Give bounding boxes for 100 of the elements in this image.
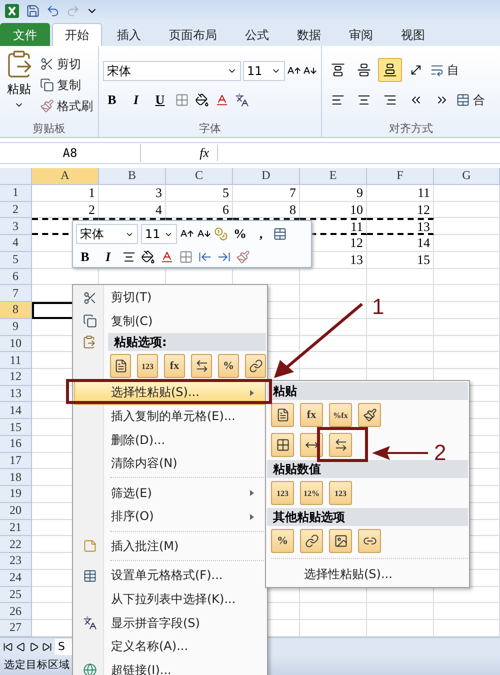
column-header[interactable]: B [99, 168, 166, 185]
menu-item[interactable]: 插入批注(M) [74, 534, 266, 558]
row-header[interactable]: 14 [0, 402, 32, 420]
borders-icon[interactable] [175, 93, 189, 108]
row-header[interactable]: 27 [0, 620, 32, 637]
style-button[interactable]: B [103, 91, 121, 110]
ribbon-tab[interactable]: 页面布局 [156, 23, 230, 46]
bottom-align-button[interactable] [378, 58, 402, 82]
menu-item[interactable]: 清除内容(N) [74, 452, 266, 476]
increase-decimal-icon[interactable] [198, 250, 212, 264]
merge-icon[interactable] [273, 227, 287, 241]
row-header[interactable]: 15 [0, 419, 32, 436]
menu-item[interactable]: 剪切(T) [74, 286, 266, 310]
row-header[interactable]: 26 [0, 603, 32, 620]
paste-option-button[interactable]: 123 [329, 481, 352, 505]
font-size-field[interactable]: 11 [243, 61, 285, 82]
row-header[interactable]: 3 [0, 218, 32, 236]
copy-button[interactable]: 复制 [40, 76, 93, 94]
style-button[interactable]: I [127, 91, 145, 110]
row-header[interactable]: 23 [0, 553, 32, 570]
row-header[interactable]: 9 [0, 318, 32, 336]
font-color-icon[interactable] [160, 250, 174, 264]
column-header[interactable]: G [434, 168, 500, 185]
font-color-icon[interactable] [215, 93, 229, 108]
paste-option-button[interactable]: fx [164, 354, 185, 378]
borders-icon[interactable] [179, 250, 193, 264]
save-icon[interactable] [26, 4, 40, 18]
paste-option-button[interactable] [329, 433, 352, 457]
row-header[interactable]: 8 [0, 302, 32, 319]
font-field[interactable]: 宋体 [76, 224, 138, 244]
ribbon-tab[interactable]: 文件 [0, 23, 50, 46]
format-painter-icon[interactable] [236, 250, 250, 264]
paste-option-button[interactable] [329, 529, 352, 553]
decrease-decimal-icon[interactable] [217, 250, 231, 264]
undo-icon[interactable] [46, 4, 60, 18]
row-header[interactable]: 12 [0, 368, 32, 386]
fill-color-icon[interactable] [195, 93, 209, 108]
paste-option-button[interactable]: 123 [137, 354, 158, 378]
column-header[interactable]: E [300, 168, 367, 185]
phonetic-icon[interactable] [235, 93, 249, 108]
fill-color-icon[interactable] [141, 250, 155, 264]
row-header[interactable]: 10 [0, 336, 32, 352]
menu-item[interactable]: 复制(C) [74, 310, 266, 334]
row-header[interactable]: 17 [0, 452, 32, 470]
percent-button[interactable]: % [231, 225, 249, 243]
merge-button[interactable]: 合 [456, 92, 485, 109]
row-header[interactable]: 19 [0, 486, 32, 503]
menu-item[interactable]: 从下拉列表中选择(K)... [74, 588, 266, 612]
wrap-text-button[interactable]: 自 [430, 62, 459, 79]
style-button[interactable]: U [151, 91, 169, 110]
paste-option-button[interactable] [245, 354, 266, 378]
format-painter-button[interactable]: 格式刷 [40, 98, 93, 115]
paste-button[interactable]: 粘贴 [4, 49, 34, 122]
paste-option-button[interactable]: 123 [271, 481, 294, 505]
row-header[interactable]: 18 [0, 469, 32, 486]
column-header[interactable]: C [166, 168, 233, 185]
row-header[interactable]: 13 [0, 386, 32, 402]
paste-option-button[interactable]: % [218, 354, 239, 378]
row-header[interactable]: 4 [0, 235, 32, 252]
row-header[interactable]: 6 [0, 268, 32, 286]
row-header[interactable]: 11 [0, 352, 32, 369]
menu-item[interactable]: 插入复制的单元格(E)... [74, 404, 266, 428]
paste-option-button[interactable]: 12% [300, 481, 323, 505]
paste-option-button[interactable]: %fx [329, 403, 352, 427]
menu-item[interactable]: 设置单元格格式(F)... [74, 564, 266, 588]
paste-option-button[interactable] [271, 433, 294, 457]
first-sheet-icon[interactable] [3, 642, 13, 652]
row-header[interactable]: 7 [0, 285, 32, 302]
row-header[interactable]: 25 [0, 586, 32, 604]
row-header[interactable]: 20 [0, 502, 32, 520]
style-button[interactable]: B [76, 248, 94, 266]
ribbon-tab[interactable]: 插入 [104, 23, 154, 46]
last-sheet-icon[interactable] [42, 642, 52, 652]
cut-button[interactable]: 剪切 [40, 56, 93, 73]
ribbon-tab[interactable]: 视图 [388, 23, 438, 46]
menu-item[interactable]: 排序(O) [74, 505, 266, 529]
style-button[interactable]: I [99, 248, 117, 266]
insert-function-button[interactable]: fx [141, 145, 218, 162]
name-box[interactable]: A8 [0, 144, 141, 162]
ribbon-tab[interactable]: 审阅 [336, 23, 386, 46]
menu-item[interactable]: 删除(D)... [74, 428, 266, 452]
previous-sheet-icon[interactable] [16, 642, 26, 652]
menu-item[interactable]: 显示拼音字段(S) [74, 611, 266, 635]
paste-option-button[interactable] [358, 529, 381, 553]
column-header[interactable]: F [367, 168, 434, 185]
paste-option-button[interactable] [110, 354, 131, 378]
ribbon-tab[interactable]: 公式 [232, 23, 282, 46]
font-size-field[interactable]: 11 [141, 224, 177, 244]
comma-button[interactable]: , [252, 225, 270, 243]
row-header[interactable]: 22 [0, 536, 32, 554]
row-header[interactable]: 5 [0, 252, 32, 269]
paste-option-button[interactable] [300, 529, 323, 553]
row-header[interactable]: 24 [0, 570, 32, 587]
ribbon-tab[interactable]: 数据 [284, 23, 334, 46]
paste-option-button[interactable] [271, 403, 294, 427]
ribbon-tab[interactable]: 开始 [52, 23, 102, 46]
row-header[interactable]: 1 [0, 184, 32, 202]
row-header[interactable]: 2 [0, 202, 32, 218]
column-header[interactable]: D [233, 168, 300, 185]
paste-option-button[interactable]: fx [300, 403, 323, 427]
